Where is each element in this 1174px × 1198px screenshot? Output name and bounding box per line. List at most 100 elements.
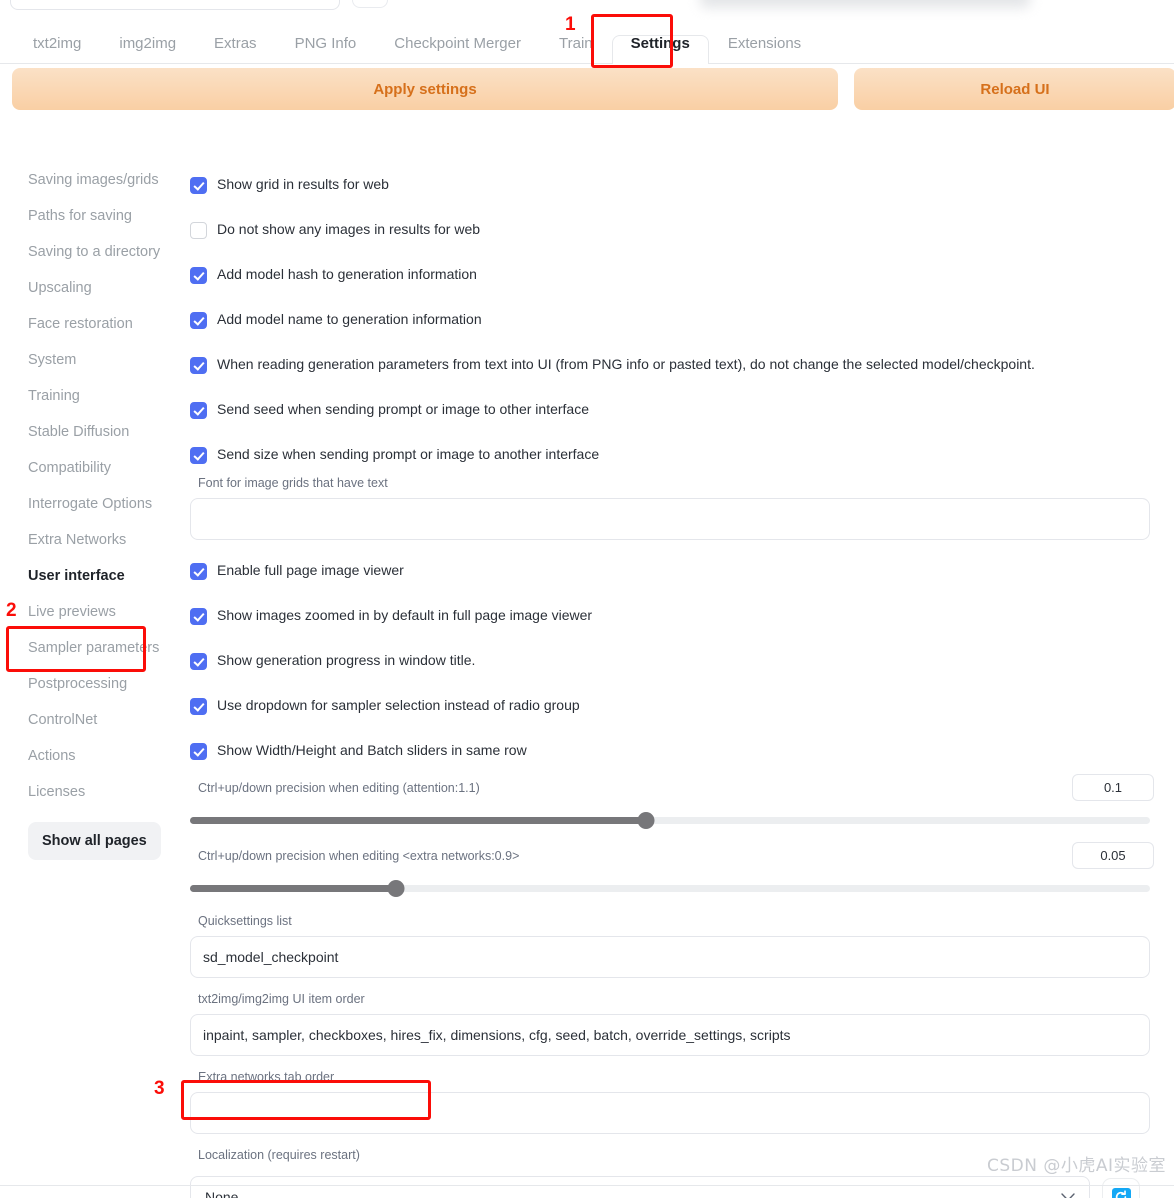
sidebar-item-actions[interactable]: Actions	[28, 746, 168, 766]
quicksettings-input[interactable]: sd_model_checkpoint	[190, 936, 1150, 978]
extra-networks-precision-slider[interactable]	[190, 880, 1150, 897]
extra-networks-precision-label: Ctrl+up/down precision when editing <ext…	[198, 848, 520, 863]
label-show-images-zoomed: Show images zoomed in by default in full…	[217, 607, 593, 623]
setting-add-model-hash[interactable]: Add model hash to generation information	[190, 266, 1154, 284]
cropped-icon-button[interactable]	[352, 0, 388, 8]
settings-page: txt2img img2img Extras PNG Info Checkpoi…	[0, 0, 1174, 1198]
localization-selected-value: None	[205, 1189, 239, 1198]
tab-train[interactable]: Train	[540, 35, 612, 63]
label-keep-checkpoint-on-paste: When reading generation parameters from …	[217, 356, 1035, 372]
sidebar-item-postprocessing[interactable]: Postprocessing	[28, 674, 168, 694]
extra-networks-tab-order-field: Extra networks tab order	[190, 1070, 1154, 1134]
setting-show-grid-in-results[interactable]: Show grid in results for web	[190, 176, 1154, 194]
footer-divider	[0, 1185, 1174, 1186]
extra-networks-precision-value[interactable]: 0.05	[1072, 842, 1154, 869]
attention-precision-slider[interactable]	[190, 812, 1150, 829]
checkbox-add-model-name[interactable]	[190, 312, 207, 329]
ui-item-order-input[interactable]: inpaint, sampler, checkboxes, hires_fix,…	[190, 1014, 1150, 1056]
sidebar-item-stable-diffusion[interactable]: Stable Diffusion	[28, 422, 168, 442]
tab-settings[interactable]: Settings	[611, 35, 709, 64]
extra-networks-tab-order-label: Extra networks tab order	[198, 1070, 335, 1084]
attention-precision-value[interactable]: 0.1	[1072, 774, 1154, 801]
sidebar-item-upscaling[interactable]: Upscaling	[28, 278, 168, 298]
setting-sliders-same-row[interactable]: Show Width/Height and Batch sliders in s…	[190, 742, 1154, 760]
localization-row: None	[190, 1176, 1154, 1198]
tab-extras[interactable]: Extras	[195, 35, 276, 63]
setting-show-progress-in-title[interactable]: Show generation progress in window title…	[190, 652, 1154, 670]
sidebar-item-saving-to-a-directory[interactable]: Saving to a directory	[28, 242, 168, 262]
top-cropped-region	[0, 0, 1174, 20]
settings-panel: Show grid in results for web Do not show…	[190, 128, 1174, 1198]
checkbox-keep-checkpoint-on-paste[interactable]	[190, 357, 207, 374]
tab-img2img[interactable]: img2img	[100, 35, 195, 63]
tab-extensions[interactable]: Extensions	[709, 35, 820, 63]
sidebar-item-controlnet[interactable]: ControlNet	[28, 710, 168, 730]
extra-networks-tab-order-input[interactable]	[190, 1092, 1150, 1134]
setting-use-dropdown-for-sampler[interactable]: Use dropdown for sampler selection inste…	[190, 697, 1154, 715]
ui-item-order-field: txt2img/img2img UI item order inpaint, s…	[190, 992, 1154, 1056]
ui-item-order-label: txt2img/img2img UI item order	[198, 992, 365, 1006]
localization-dropdown[interactable]: None	[190, 1176, 1090, 1198]
label-do-not-show-images: Do not show any images in results for we…	[217, 221, 481, 237]
refresh-icon	[1111, 1187, 1131, 1198]
cropped-text-input[interactable]	[10, 0, 340, 10]
sidebar-item-paths-for-saving[interactable]: Paths for saving	[28, 206, 168, 226]
font-for-image-grids-label: Font for image grids that have text	[198, 476, 388, 490]
checkbox-show-progress-in-title[interactable]	[190, 653, 207, 670]
checkbox-sliders-same-row[interactable]	[190, 743, 207, 760]
label-sliders-same-row: Show Width/Height and Batch sliders in s…	[217, 742, 527, 758]
attention-precision-label: Ctrl+up/down precision when editing (att…	[198, 780, 480, 795]
checkbox-use-dropdown-for-sampler[interactable]	[190, 698, 207, 715]
setting-show-images-zoomed[interactable]: Show images zoomed in by default in full…	[190, 607, 1154, 625]
sidebar-item-system[interactable]: System	[28, 350, 168, 370]
setting-add-model-name[interactable]: Add model name to generation information	[190, 311, 1154, 329]
sidebar-item-face-restoration[interactable]: Face restoration	[28, 314, 168, 334]
attention-precision-slider-handle[interactable]	[637, 812, 655, 829]
sidebar-item-interrogate-options[interactable]: Interrogate Options	[28, 494, 168, 514]
attention-precision-slider-fill	[190, 817, 646, 824]
attention-precision-slider-head: Ctrl+up/down precision when editing (att…	[190, 774, 1154, 801]
checkbox-enable-full-page-viewer[interactable]	[190, 563, 207, 580]
extra-networks-precision-slider-head: Ctrl+up/down precision when editing <ext…	[190, 842, 1154, 869]
settings-body: Saving images/grids Paths for saving Sav…	[0, 128, 1174, 1198]
attention-precision-slider-block: Ctrl+up/down precision when editing (att…	[190, 774, 1154, 829]
checkbox-send-size[interactable]	[190, 447, 207, 464]
font-for-image-grids-input[interactable]	[190, 498, 1150, 540]
sidebar-item-saving-images-grids[interactable]: Saving images/grids	[28, 170, 168, 190]
main-tabbar: txt2img img2img Extras PNG Info Checkpoi…	[0, 18, 1174, 64]
checkbox-add-model-hash[interactable]	[190, 267, 207, 284]
show-all-pages-button[interactable]: Show all pages	[28, 822, 161, 860]
setting-do-not-show-images[interactable]: Do not show any images in results for we…	[190, 221, 1154, 239]
checkbox-send-seed[interactable]	[190, 402, 207, 419]
label-use-dropdown-for-sampler: Use dropdown for sampler selection inste…	[217, 697, 580, 713]
font-for-image-grids-field: Font for image grids that have text	[190, 476, 1154, 540]
sidebar-item-compatibility[interactable]: Compatibility	[28, 458, 168, 478]
sidebar-item-licenses[interactable]: Licenses	[28, 782, 168, 802]
sidebar-item-extra-networks[interactable]: Extra Networks	[28, 530, 168, 550]
setting-keep-checkpoint-on-paste[interactable]: When reading generation parameters from …	[190, 356, 1154, 374]
setting-send-size[interactable]: Send size when sending prompt or image t…	[190, 446, 1154, 464]
setting-send-seed[interactable]: Send seed when sending prompt or image t…	[190, 401, 1154, 419]
label-send-size: Send size when sending prompt or image t…	[217, 446, 600, 462]
extra-networks-precision-slider-block: Ctrl+up/down precision when editing <ext…	[190, 842, 1154, 897]
cropped-blurred-element	[700, 0, 1030, 8]
setting-enable-full-page-viewer[interactable]: Enable full page image viewer	[190, 562, 1154, 580]
checkbox-do-not-show-images[interactable]	[190, 222, 207, 239]
watermark: CSDN @小虎AI实验室	[986, 1156, 1166, 1176]
quicksettings-field: Quicksettings list sd_model_checkpoint	[190, 914, 1154, 978]
sidebar-item-sampler-parameters[interactable]: Sampler parameters	[28, 638, 168, 658]
checkbox-show-images-zoomed[interactable]	[190, 608, 207, 625]
label-add-model-hash: Add model hash to generation information	[217, 266, 477, 282]
sidebar-item-training[interactable]: Training	[28, 386, 168, 406]
tab-txt2img[interactable]: txt2img	[14, 35, 100, 63]
tab-png-info[interactable]: PNG Info	[276, 35, 376, 63]
refresh-localization-button[interactable]	[1102, 1178, 1140, 1198]
extra-networks-precision-slider-handle[interactable]	[387, 880, 405, 897]
label-enable-full-page-viewer: Enable full page image viewer	[217, 562, 404, 578]
sidebar-item-live-previews[interactable]: Live previews	[28, 602, 168, 622]
sidebar-item-user-interface[interactable]: User interface	[28, 566, 168, 586]
tab-checkpoint-merger[interactable]: Checkpoint Merger	[375, 35, 540, 63]
apply-settings-button[interactable]: Apply settings	[12, 68, 838, 110]
checkbox-show-grid-in-results[interactable]	[190, 177, 207, 194]
reload-ui-button[interactable]: Reload UI	[854, 68, 1174, 110]
